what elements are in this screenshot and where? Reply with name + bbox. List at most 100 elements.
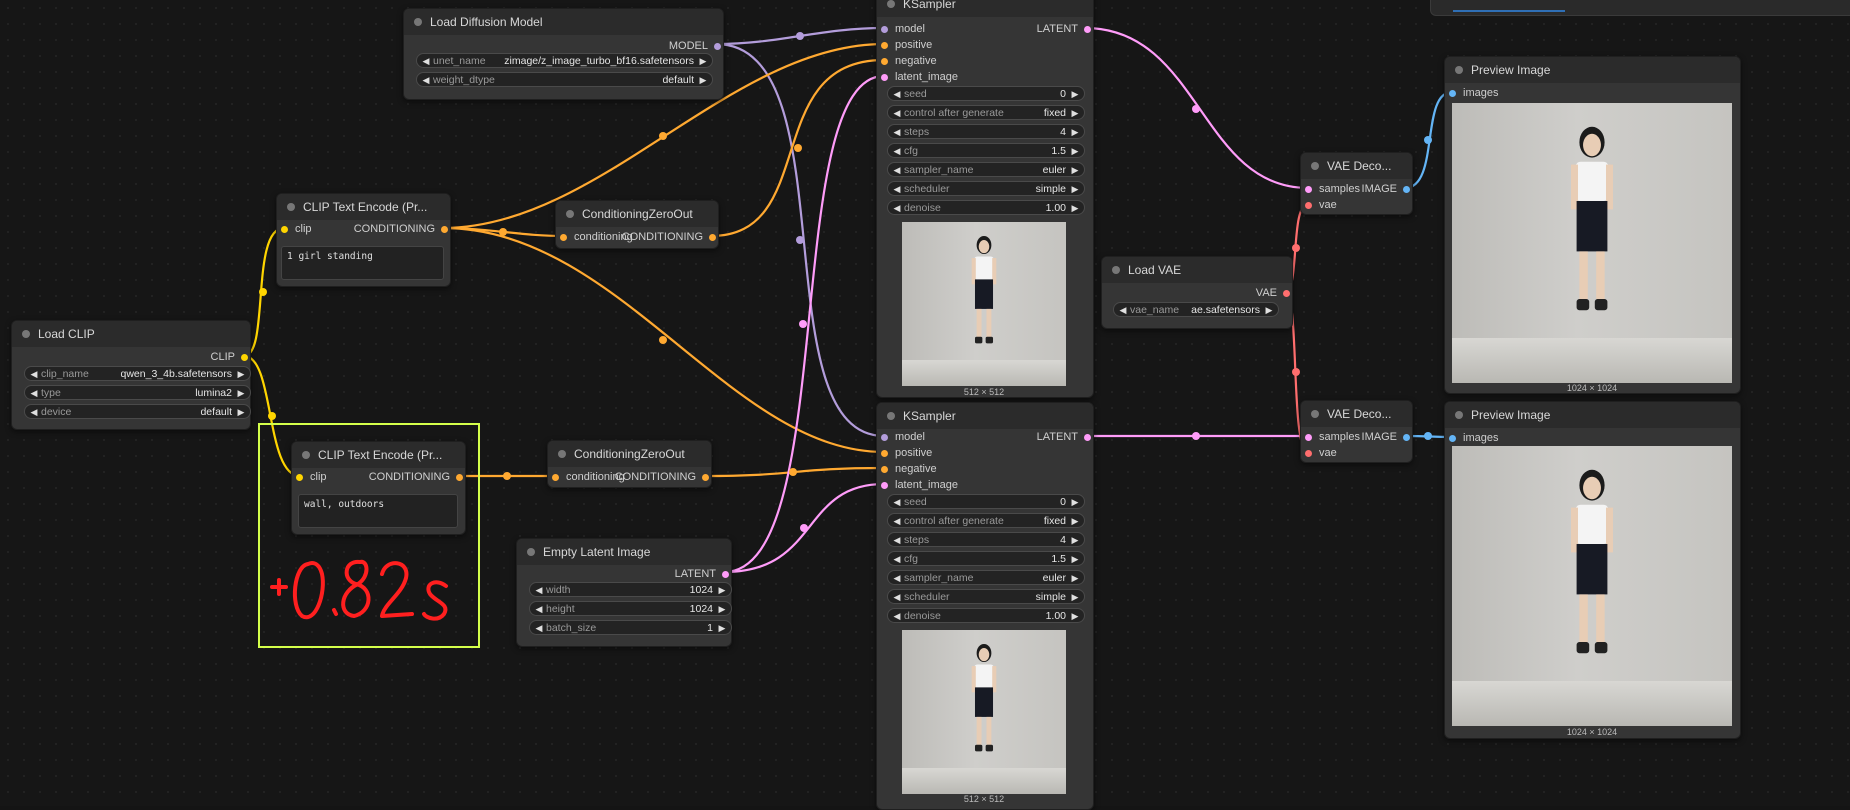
arrow-right-icon[interactable]: ▶	[1069, 87, 1081, 102]
input-clip[interactable]: clip	[296, 470, 327, 484]
node-title-bar[interactable]: CLIP Text Encode (Pr...	[277, 194, 450, 220]
latent-socket-icon[interactable]	[881, 73, 888, 81]
widget-seed[interactable]: ◀ seed 0 ▶	[887, 494, 1085, 509]
arrow-right-icon[interactable]: ▶	[1069, 609, 1081, 624]
input-model[interactable]: model	[881, 430, 925, 444]
node-title-bar[interactable]: Preview Image	[1445, 402, 1740, 428]
conditioning-socket-icon[interactable]	[881, 449, 888, 457]
arrow-right-icon[interactable]: ▶	[1069, 125, 1081, 140]
arrow-left-icon[interactable]: ◀	[891, 201, 903, 216]
widget-steps[interactable]: ◀ steps 4 ▶	[887, 532, 1085, 547]
node-title-bar[interactable]: Load VAE	[1102, 257, 1292, 283]
widget-clip-name[interactable]: ◀ clip_name qwen_3_4b.safetensors ▶	[24, 366, 251, 381]
arrow-right-icon[interactable]: ▶	[1069, 182, 1081, 197]
arrow-left-icon[interactable]: ◀	[420, 73, 432, 88]
arrow-left-icon[interactable]: ◀	[533, 602, 545, 617]
arrow-left-icon[interactable]: ◀	[891, 495, 903, 510]
output-conditioning[interactable]: CONDITIONING	[354, 222, 448, 236]
collapse-dot-icon[interactable]	[287, 203, 295, 211]
latent-socket-icon[interactable]	[1305, 433, 1312, 441]
latent-socket-icon[interactable]	[881, 481, 888, 489]
conditioning-socket-icon[interactable]	[702, 473, 709, 481]
node-load-diffusion-model[interactable]: Load Diffusion Model MODEL ◀ unet_name zim…	[403, 8, 724, 100]
widget-denoise[interactable]: ◀ denoise 1.00 ▶	[887, 608, 1085, 623]
node-preview-image-1[interactable]: Preview Image images 1024 × 1024	[1444, 56, 1741, 394]
conditioning-socket-icon[interactable]	[709, 233, 716, 241]
arrow-left-icon[interactable]: ◀	[891, 552, 903, 567]
node-title-bar[interactable]: Load CLIP	[12, 321, 250, 347]
input-positive[interactable]: positive	[881, 38, 932, 52]
widget-type[interactable]: ◀ type lumina2 ▶	[24, 385, 251, 400]
arrow-left-icon[interactable]: ◀	[28, 405, 40, 420]
node-title-bar[interactable]: KSampler	[877, 403, 1093, 429]
widget-control-after-generate[interactable]: ◀ control after generate fixed ▶	[887, 105, 1085, 120]
widget-cfg[interactable]: ◀ cfg 1.5 ▶	[887, 143, 1085, 158]
collapse-dot-icon[interactable]	[566, 210, 574, 218]
arrow-right-icon[interactable]: ▶	[1069, 495, 1081, 510]
arrow-left-icon[interactable]: ◀	[891, 571, 903, 586]
input-vae[interactable]: vae	[1305, 198, 1337, 212]
output-clip[interactable]: CLIP	[211, 350, 248, 364]
arrow-right-icon[interactable]: ▶	[716, 621, 728, 636]
widget-weight-dtype[interactable]: ◀ weight_dtype default ▶	[416, 72, 713, 87]
image-socket-icon[interactable]	[1449, 89, 1456, 97]
node-vae-decode-1[interactable]: VAE Deco... samples vae IMAGE	[1300, 152, 1413, 215]
arrow-left-icon[interactable]: ◀	[1117, 303, 1129, 318]
arrow-right-icon[interactable]: ▶	[1069, 533, 1081, 548]
arrow-right-icon[interactable]: ▶	[235, 386, 247, 401]
output-image[interactable]: IMAGE	[1362, 430, 1410, 444]
widget-vae-name[interactable]: ◀ vae_name ae.safetensors ▶	[1113, 302, 1279, 317]
widget-device[interactable]: ◀ device default ▶	[24, 404, 251, 419]
arrow-left-icon[interactable]: ◀	[891, 106, 903, 121]
collapse-dot-icon[interactable]	[558, 450, 566, 458]
node-title-bar[interactable]: Preview Image	[1445, 57, 1740, 83]
widget-sampler-name[interactable]: ◀ sampler_name euler ▶	[887, 162, 1085, 177]
model-socket-icon[interactable]	[881, 433, 888, 441]
widget-sampler-name[interactable]: ◀ sampler_name euler ▶	[887, 570, 1085, 585]
node-title-bar[interactable]: Empty Latent Image	[517, 539, 731, 565]
clip-socket-icon[interactable]	[281, 225, 288, 233]
node-clip-text-encode-negative[interactable]: CLIP Text Encode (Pr... clip CONDITIONIN…	[291, 441, 466, 535]
input-model[interactable]: model	[881, 22, 925, 36]
node-title-bar[interactable]: Load Diffusion Model	[404, 9, 723, 35]
collapse-dot-icon[interactable]	[1311, 162, 1319, 170]
input-samples[interactable]: samples	[1305, 430, 1360, 444]
node-title-bar[interactable]: VAE Deco...	[1301, 153, 1412, 179]
input-negative[interactable]: negative	[881, 54, 937, 68]
arrow-right-icon[interactable]: ▶	[235, 405, 247, 420]
image-socket-icon[interactable]	[1449, 434, 1456, 442]
conditioning-socket-icon[interactable]	[441, 225, 448, 233]
arrow-left-icon[interactable]: ◀	[891, 144, 903, 159]
model-socket-icon[interactable]	[881, 25, 888, 33]
arrow-right-icon[interactable]: ▶	[1069, 571, 1081, 586]
input-latent-image[interactable]: latent_image	[881, 70, 958, 84]
arrow-left-icon[interactable]: ◀	[420, 54, 432, 69]
input-vae[interactable]: vae	[1305, 446, 1337, 460]
latent-socket-icon[interactable]	[722, 570, 729, 578]
latent-socket-icon[interactable]	[1305, 185, 1312, 193]
node-conditioning-zero-out-2[interactable]: ConditioningZeroOut conditioning CONDITI…	[547, 440, 712, 488]
arrow-right-icon[interactable]: ▶	[1069, 163, 1081, 178]
node-conditioning-zero-out-1[interactable]: ConditioningZeroOut conditioning CONDITI…	[555, 200, 719, 249]
input-latent-image[interactable]: latent_image	[881, 478, 958, 492]
arrow-left-icon[interactable]: ◀	[891, 182, 903, 197]
input-images[interactable]: images	[1449, 431, 1498, 445]
collapse-dot-icon[interactable]	[302, 451, 310, 459]
arrow-left-icon[interactable]: ◀	[28, 386, 40, 401]
collapse-dot-icon[interactable]	[527, 548, 535, 556]
arrow-right-icon[interactable]: ▶	[1263, 303, 1275, 318]
arrow-right-icon[interactable]: ▶	[235, 367, 247, 382]
widget-seed[interactable]: ◀ seed 0 ▶	[887, 86, 1085, 101]
widget-height[interactable]: ◀ height 1024 ▶	[529, 601, 732, 616]
node-title-bar[interactable]: ConditioningZeroOut	[548, 441, 711, 467]
arrow-right-icon[interactable]: ▶	[697, 73, 709, 88]
output-conditioning[interactable]: CONDITIONING	[615, 470, 709, 484]
arrow-right-icon[interactable]: ▶	[697, 54, 709, 69]
node-ksampler-1[interactable]: KSampler model positive negative latent_…	[876, 0, 1094, 398]
vae-socket-icon[interactable]	[1305, 449, 1312, 457]
collapse-dot-icon[interactable]	[414, 18, 422, 26]
widget-control-after-generate[interactable]: ◀ control after generate fixed ▶	[887, 513, 1085, 528]
arrow-left-icon[interactable]: ◀	[533, 583, 545, 598]
collapse-dot-icon[interactable]	[1311, 410, 1319, 418]
latent-socket-icon[interactable]	[1084, 433, 1091, 441]
